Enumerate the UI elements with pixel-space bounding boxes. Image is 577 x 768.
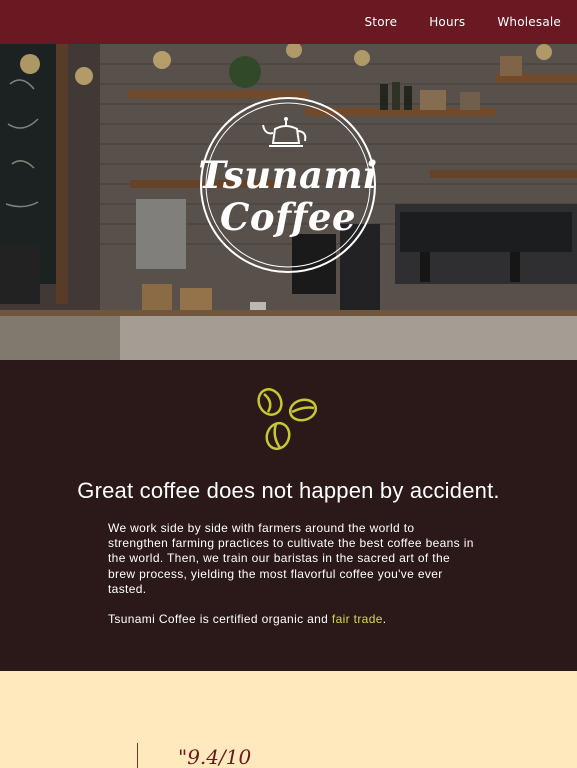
logo-text-line1: Tsunami bbox=[198, 153, 378, 197]
intro-section: Great coffee does not happen by accident… bbox=[0, 360, 577, 671]
review-divider bbox=[137, 743, 138, 768]
hero-banner: Tsunami Coffee bbox=[0, 44, 577, 360]
top-nav: Store Hours Wholesale bbox=[0, 0, 577, 44]
intro-headline: Great coffee does not happen by accident… bbox=[77, 478, 500, 503]
nav-link-wholesale[interactable]: Wholesale bbox=[497, 15, 561, 29]
cert-prefix: Tsunami Coffee is certified organic and bbox=[108, 612, 332, 626]
nav-link-store[interactable]: Store bbox=[364, 15, 397, 29]
cert-suffix: . bbox=[382, 612, 387, 626]
kettle-icon bbox=[262, 117, 307, 147]
intro-paragraph: We work side by side with farmers around… bbox=[108, 521, 474, 596]
coffee-beans-icon bbox=[257, 388, 318, 451]
review-score: "9.4/10 bbox=[178, 745, 252, 768]
certification-text: Tsunami Coffee is certified organic and … bbox=[108, 612, 488, 626]
review-section: "9.4/10 bbox=[0, 671, 577, 768]
fair-trade-link[interactable]: fair trade bbox=[332, 612, 383, 626]
brand-logo[interactable]: Tsunami Coffee bbox=[198, 95, 378, 275]
nav-link-hours[interactable]: Hours bbox=[429, 15, 465, 29]
logo-text-line2: Coffee bbox=[219, 195, 357, 239]
